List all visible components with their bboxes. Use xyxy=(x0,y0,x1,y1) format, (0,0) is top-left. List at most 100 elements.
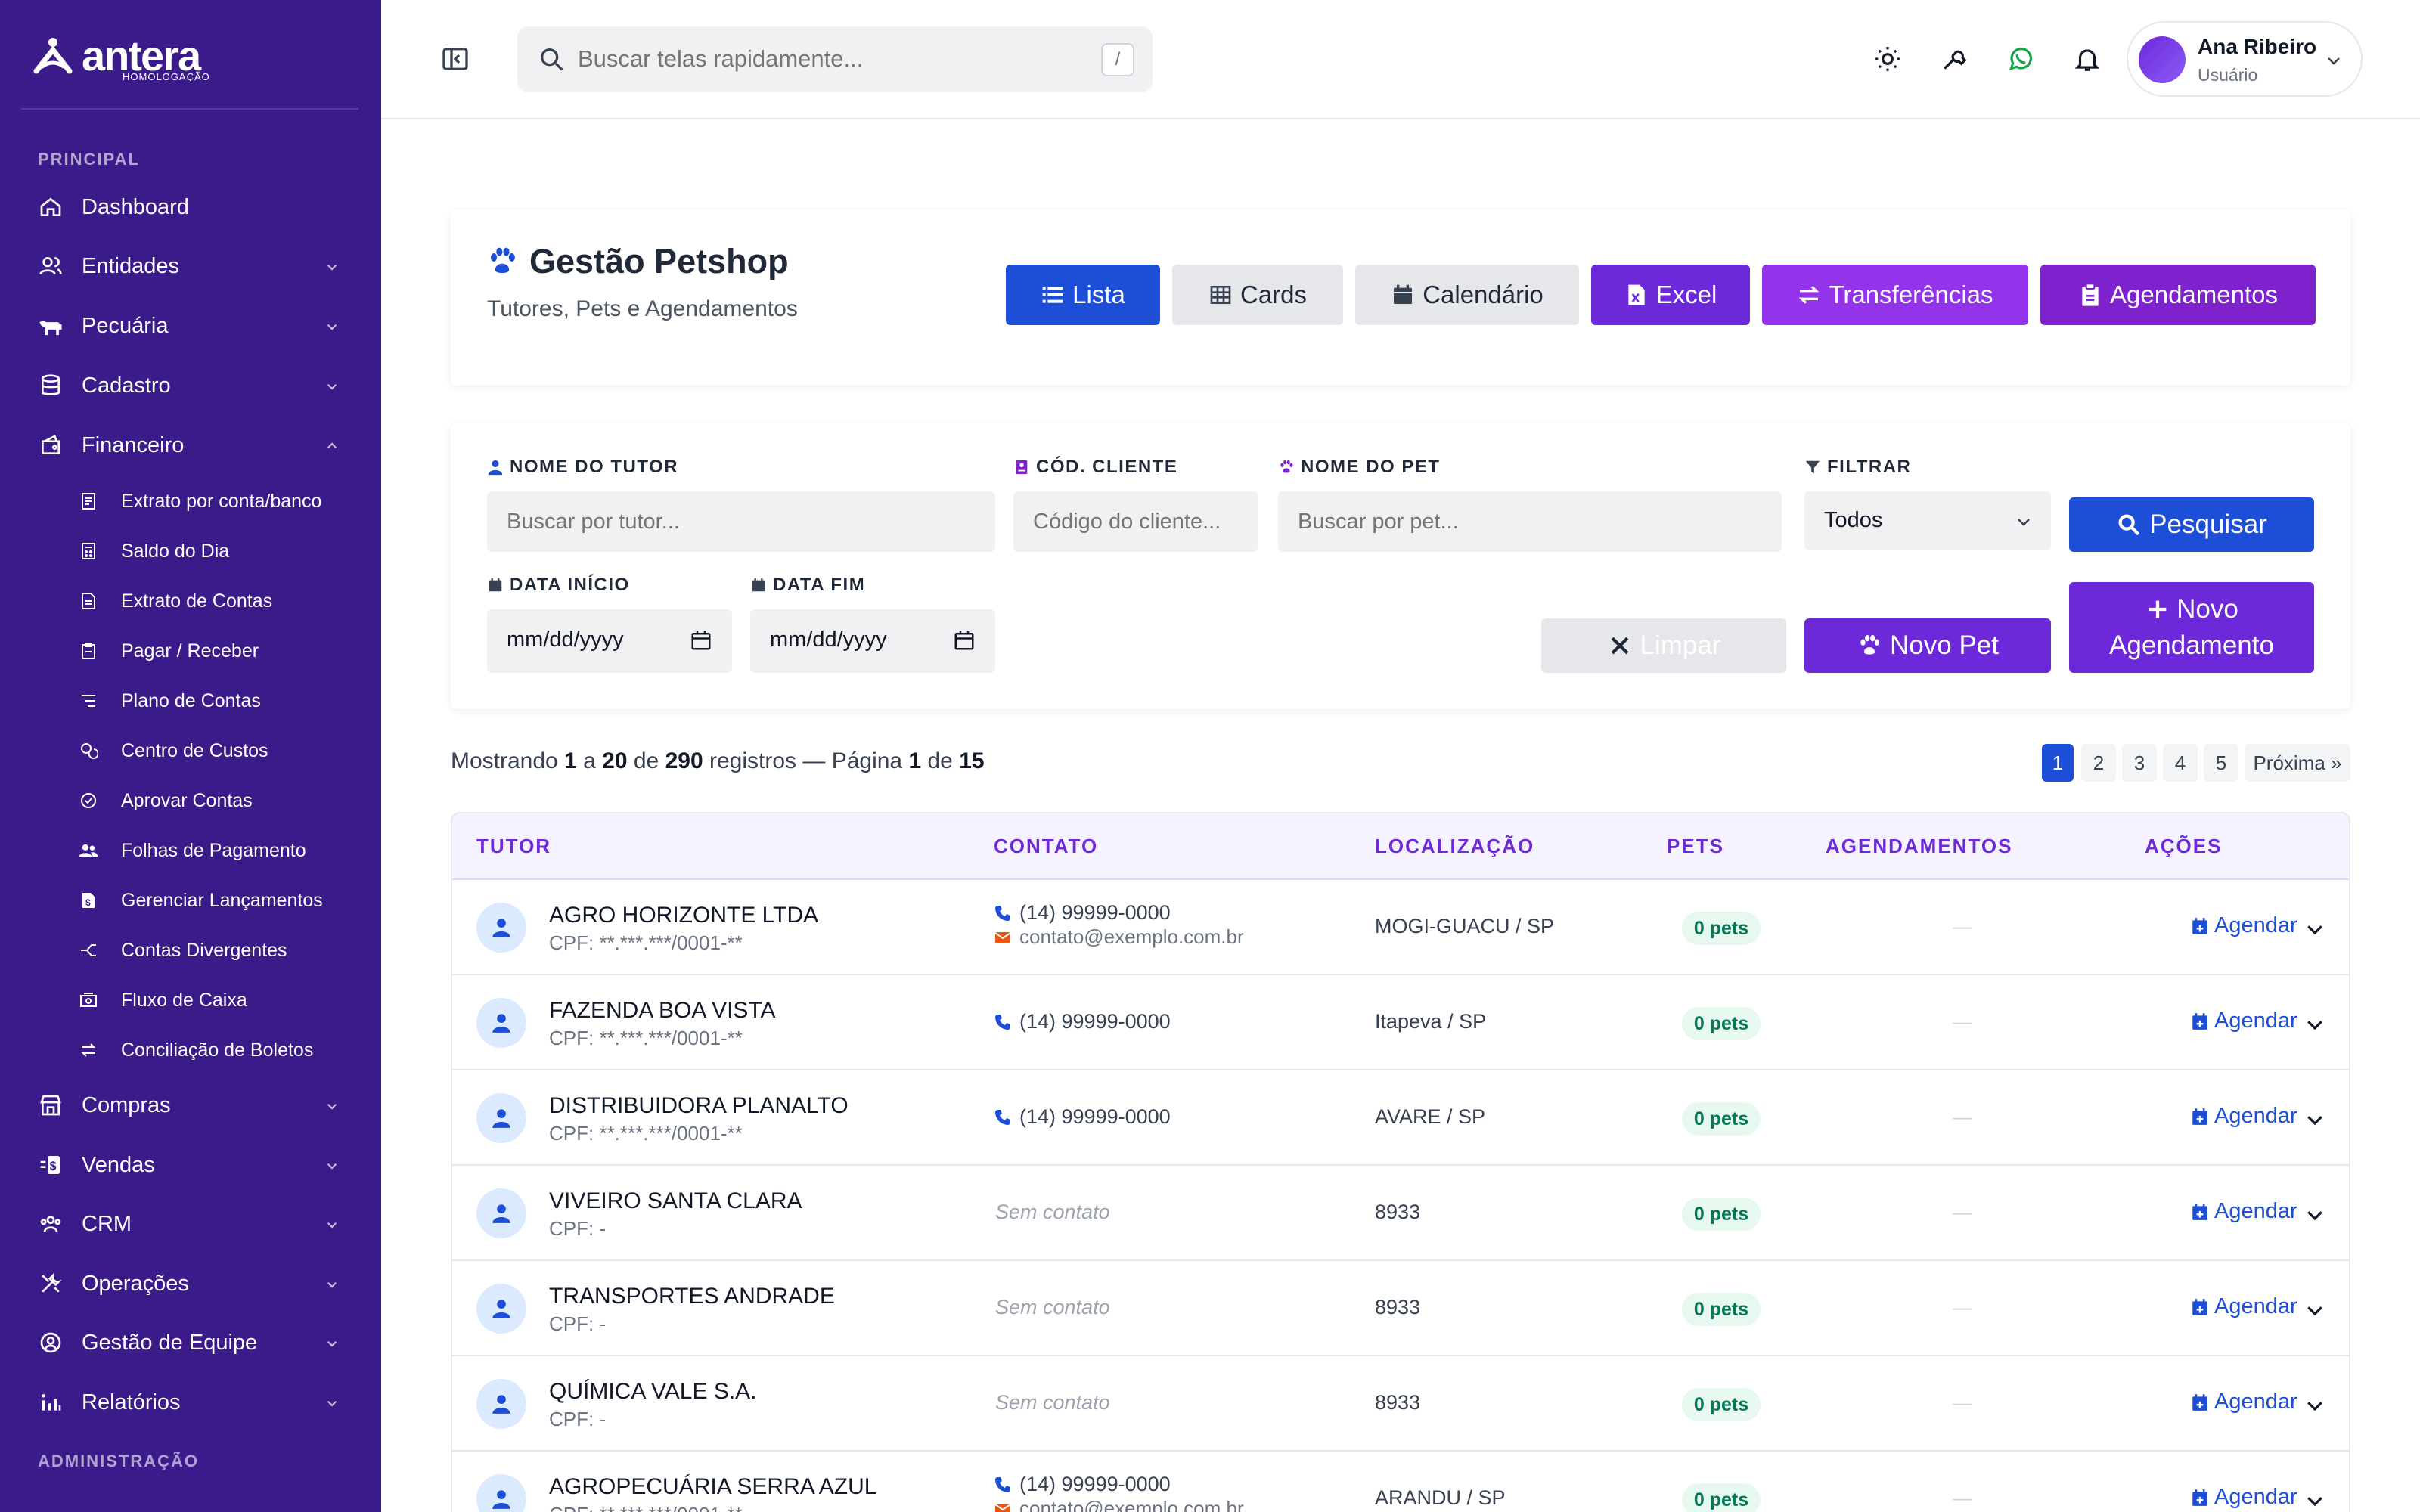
table-row[interactable]: FAZENDA BOA VISTA CPF: **.***.***/0001-**… xyxy=(452,975,2349,1070)
calendar-plus-icon xyxy=(2192,1108,2207,1125)
page-button-3[interactable]: 3 xyxy=(2122,744,2157,782)
theme-toggle-button[interactable] xyxy=(1871,42,1904,76)
sub-item-extrato-contas[interactable]: Extrato de Contas xyxy=(79,582,366,620)
schedule-action-link[interactable]: Agendar xyxy=(2190,1199,2297,1224)
sidebar-item-dashboard[interactable]: Dashboard xyxy=(38,184,348,230)
table-row[interactable]: QUÍMICA VALE S.A. CPF: - Sem contato 8933 0 … xyxy=(452,1356,2349,1452)
next-page-button[interactable]: Próxima » xyxy=(2245,744,2350,782)
date-end-input[interactable]: mm/dd/yyyy xyxy=(750,609,995,673)
sidebar-item-financeiro[interactable]: Financeiro xyxy=(38,423,348,468)
chevron-down-icon[interactable] xyxy=(2304,1394,2326,1417)
contact-phone[interactable]: (14) 99999-0000 xyxy=(994,901,1171,925)
page-button-5[interactable]: 5 xyxy=(2204,744,2238,782)
table-row[interactable]: TRANSPORTES ANDRADE CPF: - Sem contato 8933… xyxy=(452,1261,2349,1356)
table-row[interactable]: VIVEIRO SANTA CLARA CPF: - Sem contato 8933… xyxy=(452,1166,2349,1261)
search-button[interactable]: Pesquisar xyxy=(2069,497,2314,552)
col-agendamentos[interactable]: AGENDAMENTOS xyxy=(1826,835,2012,858)
transfers-button[interactable]: Transferências xyxy=(1762,265,2028,325)
chevron-down-icon[interactable] xyxy=(2304,1299,2326,1321)
sub-item-pagar-receber[interactable]: Pagar / Receber xyxy=(79,632,366,670)
sidebar-item-operacoes[interactable]: Operações xyxy=(38,1261,348,1306)
new-pet-button[interactable]: Novo Pet xyxy=(1804,618,2051,673)
view-cards-button[interactable]: Cards xyxy=(1172,265,1343,325)
sub-item-gerenciar-lancamentos[interactable]: $ Gerenciar Lançamentos xyxy=(79,881,366,919)
new-schedule-button[interactable]: Novo Agendamento xyxy=(2069,582,2314,673)
clear-filters-button[interactable]: Limpar xyxy=(1541,618,1786,673)
tutor-name[interactable]: DISTRIBUIDORA PLANALTO xyxy=(549,1093,849,1119)
page-button-1[interactable]: 1 xyxy=(2042,744,2074,782)
schedule-action-link[interactable]: Agendar xyxy=(2190,1104,2297,1129)
global-search[interactable]: / xyxy=(517,26,1153,92)
contact-phone[interactable]: (14) 99999-0000 xyxy=(994,1473,1171,1496)
whatsapp-button[interactable] xyxy=(2004,42,2037,76)
contact-email[interactable]: contato@exemplo.com.br xyxy=(994,1497,1244,1512)
sub-item-saldo-dia[interactable]: Saldo do Dia xyxy=(79,532,366,570)
notifications-button[interactable] xyxy=(2071,42,2104,76)
sidebar-item-pecuaria[interactable]: Pecuária xyxy=(38,303,348,349)
filter-select[interactable]: Todos xyxy=(1804,491,2051,550)
schedule-action-link[interactable]: Agendar xyxy=(2190,1294,2297,1319)
date-start-input[interactable]: mm/dd/yyyy xyxy=(487,609,732,673)
col-tutor[interactable]: TUTOR xyxy=(476,835,551,858)
id-card-icon xyxy=(1016,460,1028,475)
sidebar-item-crm[interactable]: CRM xyxy=(38,1201,348,1247)
chevron-down-icon[interactable] xyxy=(2304,918,2326,940)
table-row[interactable]: DISTRIBUIDORA PLANALTO CPF: **.***.***/00… xyxy=(452,1070,2349,1166)
tools-button[interactable] xyxy=(1938,42,1971,76)
col-localizacao[interactable]: LOCALIZAÇÃO xyxy=(1375,835,1534,858)
export-excel-button[interactable]: Excel xyxy=(1591,265,1750,325)
tutors-table: TUTOR CONTATO LOCALIZAÇÃO PETS AGENDAMEN… xyxy=(451,812,2350,1512)
table-row[interactable]: AGROPECUÁRIA SERRA AZUL CPF: **.***.***/0… xyxy=(452,1452,2349,1512)
check-circle-icon xyxy=(79,791,98,810)
tutor-name[interactable]: VIVEIRO SANTA CLARA xyxy=(549,1188,802,1214)
chevron-down-icon xyxy=(327,1340,337,1347)
sub-item-fluxo-caixa[interactable]: Fluxo de Caixa xyxy=(79,981,366,1019)
sub-item-contas-divergentes[interactable]: Contas Divergentes xyxy=(79,931,366,969)
schedule-action-link[interactable]: Agendar xyxy=(2190,1009,2297,1033)
schedule-action-link[interactable]: Agendar xyxy=(2190,1390,2297,1414)
chevron-up-icon xyxy=(327,442,337,449)
sidebar-item-compras[interactable]: Compras xyxy=(38,1083,348,1128)
table-row[interactable]: AGRO HORIZONTE LTDA CPF: **.***.***/0001-… xyxy=(452,880,2349,975)
sub-item-aprovar-contas[interactable]: Aprovar Contas xyxy=(79,782,366,820)
chevron-down-icon[interactable] xyxy=(2304,1013,2326,1036)
pet-search-input[interactable] xyxy=(1278,491,1782,552)
contact-phone[interactable]: (14) 99999-0000 xyxy=(994,1105,1171,1129)
tutor-name[interactable]: QUÍMICA VALE S.A. xyxy=(549,1379,757,1405)
tutor-search-input[interactable] xyxy=(487,491,995,552)
chevron-down-icon[interactable] xyxy=(2304,1204,2326,1226)
contact-email[interactable]: contato@exemplo.com.br xyxy=(994,925,1244,949)
view-calendar-button[interactable]: Calendário xyxy=(1355,265,1579,325)
sub-item-centro-custos[interactable]: Centro de Custos xyxy=(79,732,366,770)
view-list-button[interactable]: Lista xyxy=(1006,265,1160,325)
user-menu[interactable]: Ana Ribeiro Usuário xyxy=(2127,21,2363,97)
sidebar-item-vendas[interactable]: $ Vendas xyxy=(38,1142,348,1188)
col-contato[interactable]: CONTATO xyxy=(994,835,1098,858)
tutor-name[interactable]: TRANSPORTES ANDRADE xyxy=(549,1284,835,1309)
col-pets[interactable]: PETS xyxy=(1667,835,1724,858)
schedule-action-link[interactable]: Agendar xyxy=(2190,913,2297,938)
sidebar-item-relatorios[interactable]: Relatórios xyxy=(38,1380,348,1425)
sub-item-conciliacao-boletos[interactable]: Conciliação de Boletos xyxy=(79,1031,366,1069)
sidebar-item-cadastro[interactable]: Cadastro xyxy=(38,363,348,408)
sidebar-toggle-icon[interactable] xyxy=(440,44,470,74)
new-schedule-line1: Novo xyxy=(2145,591,2238,627)
tutor-name[interactable]: FAZENDA BOA VISTA xyxy=(549,998,776,1024)
schedules-button[interactable]: Agendamentos xyxy=(2040,265,2316,325)
search-input[interactable] xyxy=(578,40,1062,78)
page-button-4[interactable]: 4 xyxy=(2163,744,2198,782)
page-button-2[interactable]: 2 xyxy=(2081,744,2116,782)
brand-logo[interactable]: antera HOMOLOGAÇÃO xyxy=(32,35,209,82)
schedule-action-link[interactable]: Agendar xyxy=(2190,1485,2297,1510)
contact-phone[interactable]: (14) 99999-0000 xyxy=(994,1010,1171,1033)
chevron-down-icon[interactable] xyxy=(2304,1489,2326,1512)
tutor-name[interactable]: AGRO HORIZONTE LTDA xyxy=(549,903,818,928)
tutor-name[interactable]: AGROPECUÁRIA SERRA AZUL xyxy=(549,1474,876,1500)
sidebar-item-gestao-equipe[interactable]: Gestão de Equipe xyxy=(38,1320,348,1365)
chevron-down-icon[interactable] xyxy=(2304,1108,2326,1131)
sub-item-extrato-conta-banco[interactable]: Extrato por conta/banco xyxy=(79,482,366,520)
sub-item-plano-contas[interactable]: Plano de Contas xyxy=(79,682,366,720)
sub-item-folhas-pagamento[interactable]: Folhas de Pagamento xyxy=(79,832,366,869)
sidebar-item-entidades[interactable]: Entidades xyxy=(38,243,348,289)
client-code-input[interactable] xyxy=(1013,491,1258,552)
